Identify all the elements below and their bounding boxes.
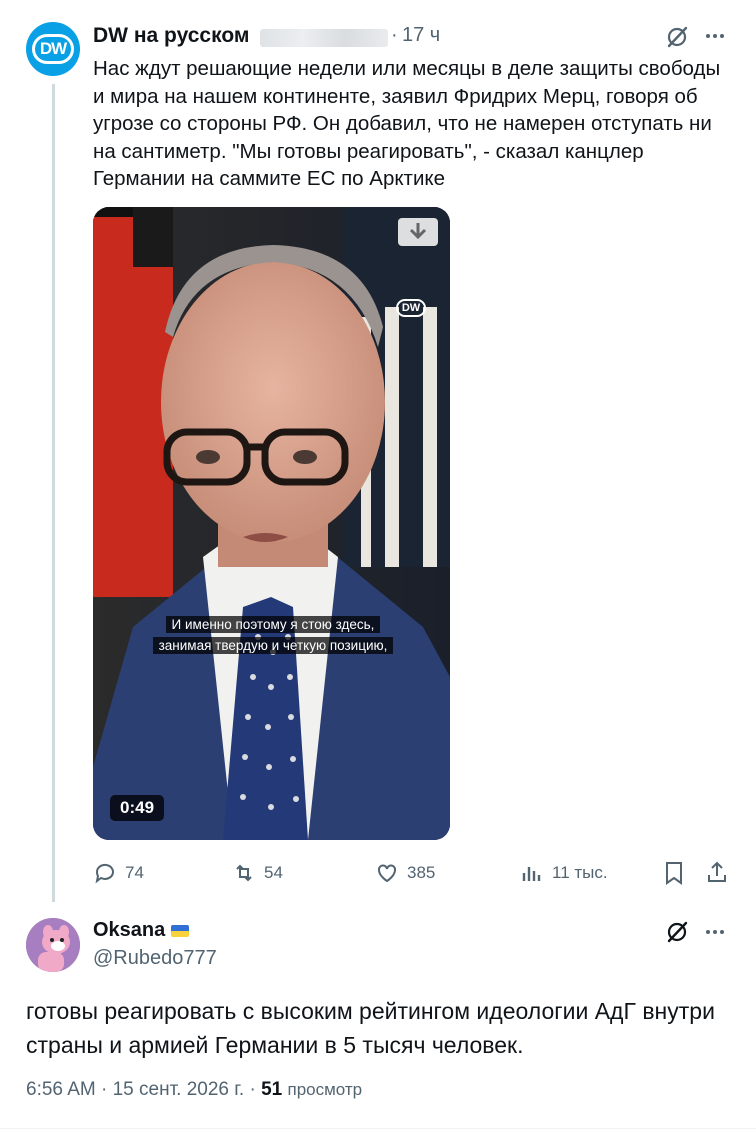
author-handle-redacted: [260, 29, 388, 47]
author-name[interactable]: DW на русском: [93, 24, 249, 48]
reply-author-handle[interactable]: @Rubedo777: [93, 947, 217, 970]
like-icon: [378, 864, 396, 883]
reply-text: готовы реагировать с высоким рейтингом и…: [26, 998, 715, 1058]
reply-icon: [95, 863, 114, 884]
tweet-text: Нас ждут решающие недели или месяцы в де…: [93, 57, 721, 190]
reply-action[interactable]: 74: [93, 859, 144, 887]
reply-count: 74: [125, 863, 144, 882]
ukraine-flag-icon: [171, 924, 190, 937]
download-icon[interactable]: [398, 218, 438, 246]
views-count: 11 тыс.: [552, 863, 608, 882]
divider: [0, 1128, 756, 1129]
more-icon[interactable]: [704, 925, 726, 939]
reply-author-name[interactable]: Oksana: [93, 919, 190, 942]
repost-count: 54: [264, 863, 283, 882]
reply-views-label: просмотр: [287, 1080, 363, 1099]
reply-views-count: 51: [261, 1079, 283, 1100]
dw-watermark: DW: [396, 299, 426, 317]
like-action[interactable]: 385: [375, 859, 435, 887]
video-player[interactable]: [93, 207, 450, 840]
video-frame: [93, 207, 450, 840]
reply-author-avatar[interactable]: [26, 918, 80, 972]
grok-icon[interactable]: [664, 24, 690, 50]
grok-icon[interactable]: [664, 919, 690, 945]
author-avatar[interactable]: DW: [26, 22, 80, 76]
video-subtitles: И именно поэтому я стою здесь, занимая т…: [135, 614, 411, 656]
share-icon[interactable]: [705, 860, 729, 884]
reply-date[interactable]: 15 сент. 2026 г.: [113, 1079, 245, 1100]
more-icon[interactable]: [704, 29, 726, 43]
separator-dot: ·: [391, 24, 398, 46]
thread-line: [52, 84, 55, 902]
bookmark-icon[interactable]: [663, 861, 685, 885]
separator-dot: ·: [101, 1079, 108, 1100]
subtitle-line-2: занимая твердую и четкую позицию,: [152, 637, 394, 654]
subtitle-line-1: И именно поэтому я стою здесь,: [165, 616, 381, 633]
views-icon: [522, 867, 541, 881]
tweet-time[interactable]: 17 ч: [402, 24, 440, 47]
reply-time[interactable]: 6:56 AM: [26, 1079, 96, 1100]
repost-action[interactable]: 54: [232, 859, 283, 887]
reply-meta: 6:56 AM · 15 сент. 2026 г. · 51 просмотр: [26, 1079, 362, 1101]
views-action[interactable]: 11 тыс.: [520, 859, 608, 887]
repost-icon: [236, 864, 252, 882]
avatar-logo-text: DW: [32, 34, 74, 64]
like-count: 385: [407, 863, 436, 882]
pink-panther-image: [26, 918, 80, 972]
separator-dot: ·: [249, 1079, 256, 1100]
reply-author-name-text: Oksana: [93, 919, 166, 941]
video-duration: 0:49: [110, 795, 165, 821]
